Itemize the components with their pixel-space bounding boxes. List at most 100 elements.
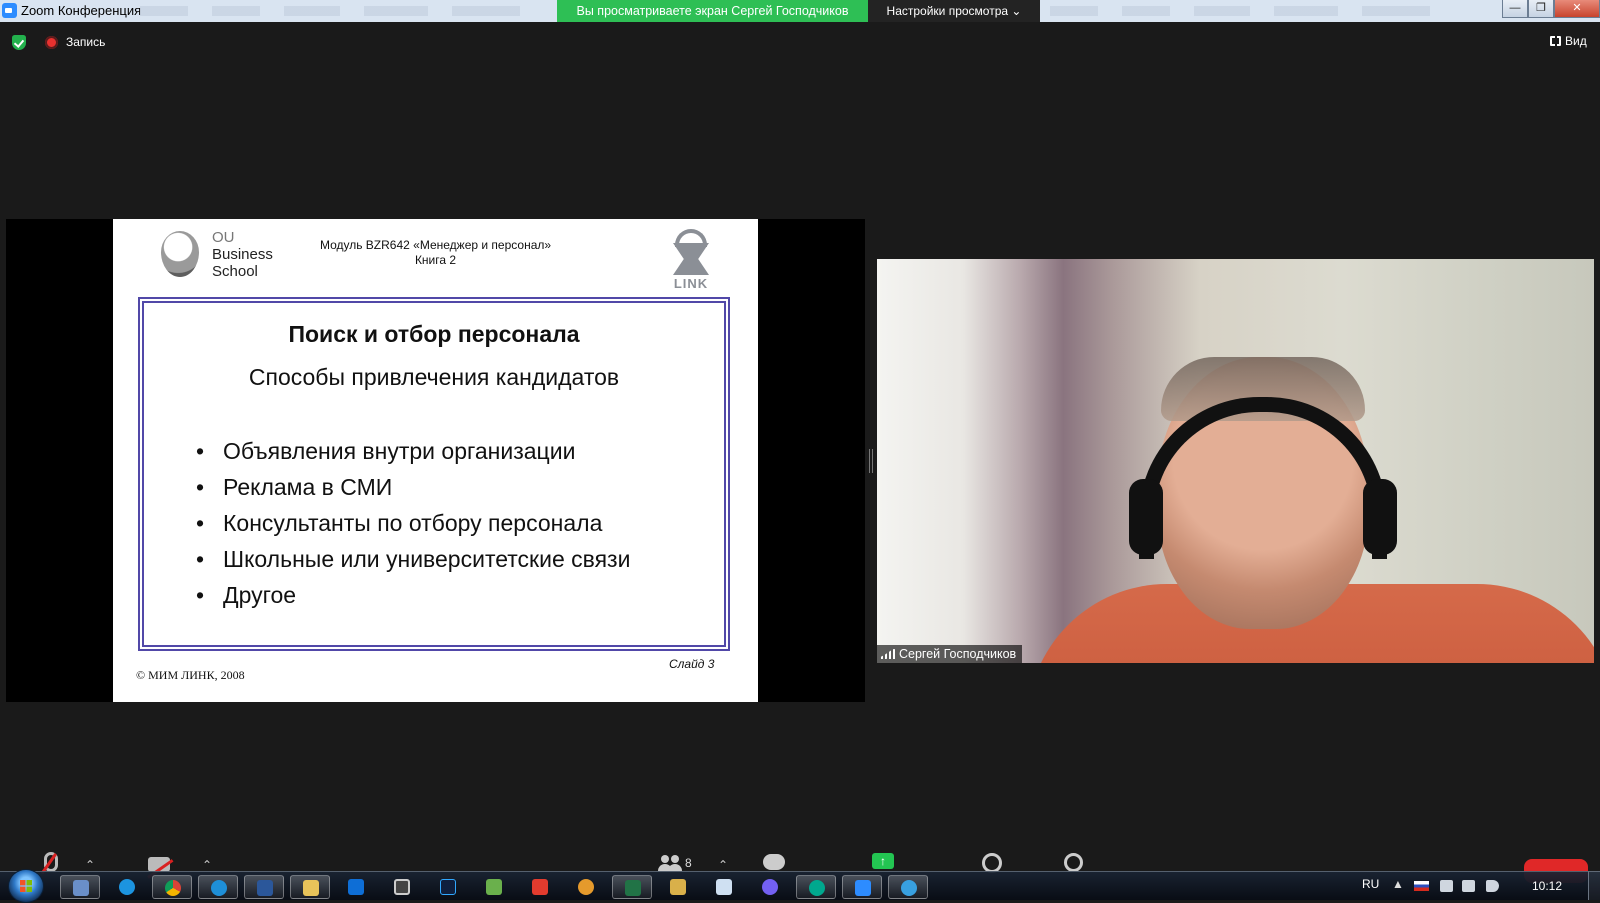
window-title: Zoom Конференция [21, 3, 142, 18]
recording-icon [45, 36, 58, 49]
tray-expand-icon[interactable]: ▲ [1392, 877, 1404, 891]
restore-button[interactable]: ❐ [1528, 0, 1554, 18]
clock[interactable]: 10:12 [1532, 879, 1562, 893]
taskbar-app-notepad[interactable] [704, 875, 744, 899]
video-options-caret-icon[interactable]: ⌃ [202, 858, 212, 872]
close-button[interactable]: ✕ [1554, 0, 1600, 18]
taskbar-app-chrome[interactable] [152, 875, 192, 899]
word-icon [257, 880, 273, 896]
network-icon[interactable] [1462, 880, 1475, 892]
share-screen-icon[interactable]: ↑ [872, 853, 894, 869]
record-icon[interactable] [982, 853, 1002, 873]
chrome-icon [165, 880, 181, 896]
background-tab-strip-right [1050, 6, 1450, 16]
taskbar-app-file-manager[interactable] [658, 875, 698, 899]
bullet-item: Школьные или университетские связи [196, 541, 630, 577]
bullet-item: Консультанты по отбору персонала [196, 505, 630, 541]
module-book: Книга 2 [414, 253, 457, 267]
view-button[interactable]: Вид [1550, 34, 1587, 48]
bullet-item: Другое [196, 577, 630, 613]
ou-logo-icon [161, 231, 199, 277]
taskbar-app-paint[interactable] [566, 875, 606, 899]
acrobat-icon [532, 879, 548, 895]
taskbar-app-zoom-notes[interactable] [60, 875, 100, 899]
bullet-item: Реклама в СМИ [196, 469, 630, 505]
volume-icon[interactable] [1486, 880, 1499, 892]
taskbar-app-photoshop[interactable] [428, 875, 468, 899]
taskbar-app-word[interactable] [244, 875, 284, 899]
taskbar-app-teamviewer[interactable] [336, 875, 376, 899]
title-bar: Zoom Конференция Вы просматриваете экран… [0, 0, 1600, 22]
headset-left-earcup [1129, 479, 1163, 555]
presentation-slide: OU Business School Модуль BZR642 «Менедж… [113, 219, 758, 702]
security-shield-icon[interactable] [12, 35, 26, 50]
teamviewer-icon [348, 879, 364, 895]
slide-copyright: © МИМ ЛИНК, 2008 [136, 668, 245, 682]
slide-title: Поиск и отбор персонала [288, 321, 580, 347]
file-manager-icon [670, 879, 686, 895]
notepad-icon [716, 879, 732, 895]
panel-resize-handle[interactable] [869, 449, 873, 473]
ou-business-school-logo: OU Business School [212, 229, 273, 280]
view-options-dropdown[interactable]: Настройки просмотра ⌄ [868, 0, 1040, 22]
headset-right-earcup [1363, 479, 1397, 555]
taskbar-app-internet-explorer[interactable] [198, 875, 238, 899]
taskbar-app-file-explorer[interactable] [290, 875, 330, 899]
link-emblem-icon [673, 243, 709, 275]
kaspersky-icon [809, 880, 825, 896]
view-label: Вид [1565, 34, 1587, 48]
notepad-plus-icon [486, 879, 502, 895]
show-desktop-button[interactable] [1588, 871, 1600, 900]
link-logo-label: LINK [673, 276, 709, 291]
participant-name: Сергей Господчиков [899, 647, 1017, 661]
taskbar-app-viber[interactable] [750, 875, 790, 899]
action-center-flag-icon[interactable] [1440, 880, 1453, 892]
taskbar-app-edge[interactable] [888, 875, 928, 899]
link-logo: LINK [669, 229, 713, 291]
photoshop-icon [440, 879, 456, 895]
recording-label[interactable]: Запись [66, 35, 105, 49]
taskbar-app-video-editor[interactable] [382, 875, 422, 899]
video-editor-icon [394, 879, 410, 895]
slide-subtitle: Способы привлечения кандидатов [248, 364, 620, 390]
business-label: Business [212, 246, 273, 263]
bullet-item: Объявления внутри организации [196, 433, 630, 469]
participant-name-tag: Сергей Господчиков [877, 645, 1023, 663]
audio-options-caret-icon[interactable]: ⌃ [85, 858, 95, 872]
bullet-list: Объявления внутри организации Реклама в … [196, 433, 630, 613]
paint-icon [578, 879, 594, 895]
participants-caret-icon[interactable]: ⌃ [718, 858, 728, 872]
taskbar-app-notepad-plus[interactable] [474, 875, 514, 899]
taskbar-app-skype[interactable] [107, 875, 147, 899]
taskbar-app-excel[interactable] [612, 875, 652, 899]
zoom-icon [855, 880, 871, 896]
school-label: School [212, 263, 258, 280]
participants-icon[interactable] [658, 855, 680, 871]
windows-taskbar [0, 869, 1600, 903]
view-grid-icon [1550, 36, 1561, 46]
module-header: Модуль BZR642 «Менеджер и персонал» Книг… [313, 238, 558, 268]
slide-content-frame: Поиск и отбор персонала Способы привлече… [138, 297, 730, 651]
minimize-button[interactable]: — [1502, 0, 1528, 18]
reactions-icon[interactable] [1064, 853, 1083, 872]
module-title: Модуль BZR642 «Менеджер и персонал» [319, 238, 552, 252]
screen-share-banner: Вы просматриваете экран Сергей Господчик… [557, 0, 868, 22]
background-tab-strip [140, 6, 540, 16]
taskbar-app-acrobat[interactable] [520, 875, 560, 899]
chat-icon[interactable] [763, 854, 785, 870]
zoom-notes-icon [73, 880, 89, 896]
window-controls: — ❐ ✕ [1502, 0, 1600, 18]
ou-label: OU [212, 229, 235, 246]
viber-icon [762, 879, 778, 895]
slide-number: Слайд 3 [669, 657, 715, 671]
start-button[interactable] [8, 869, 44, 903]
folder-icon [303, 880, 319, 896]
participant-video[interactable] [877, 259, 1594, 663]
internet-explorer-icon [211, 880, 227, 896]
participants-count: 8 [685, 856, 692, 870]
taskbar-app-zoom[interactable] [842, 875, 882, 899]
excel-icon [625, 880, 641, 896]
russian-flag-icon[interactable] [1414, 881, 1429, 891]
taskbar-app-kaspersky[interactable] [796, 875, 836, 899]
language-indicator[interactable]: RU [1362, 877, 1379, 891]
